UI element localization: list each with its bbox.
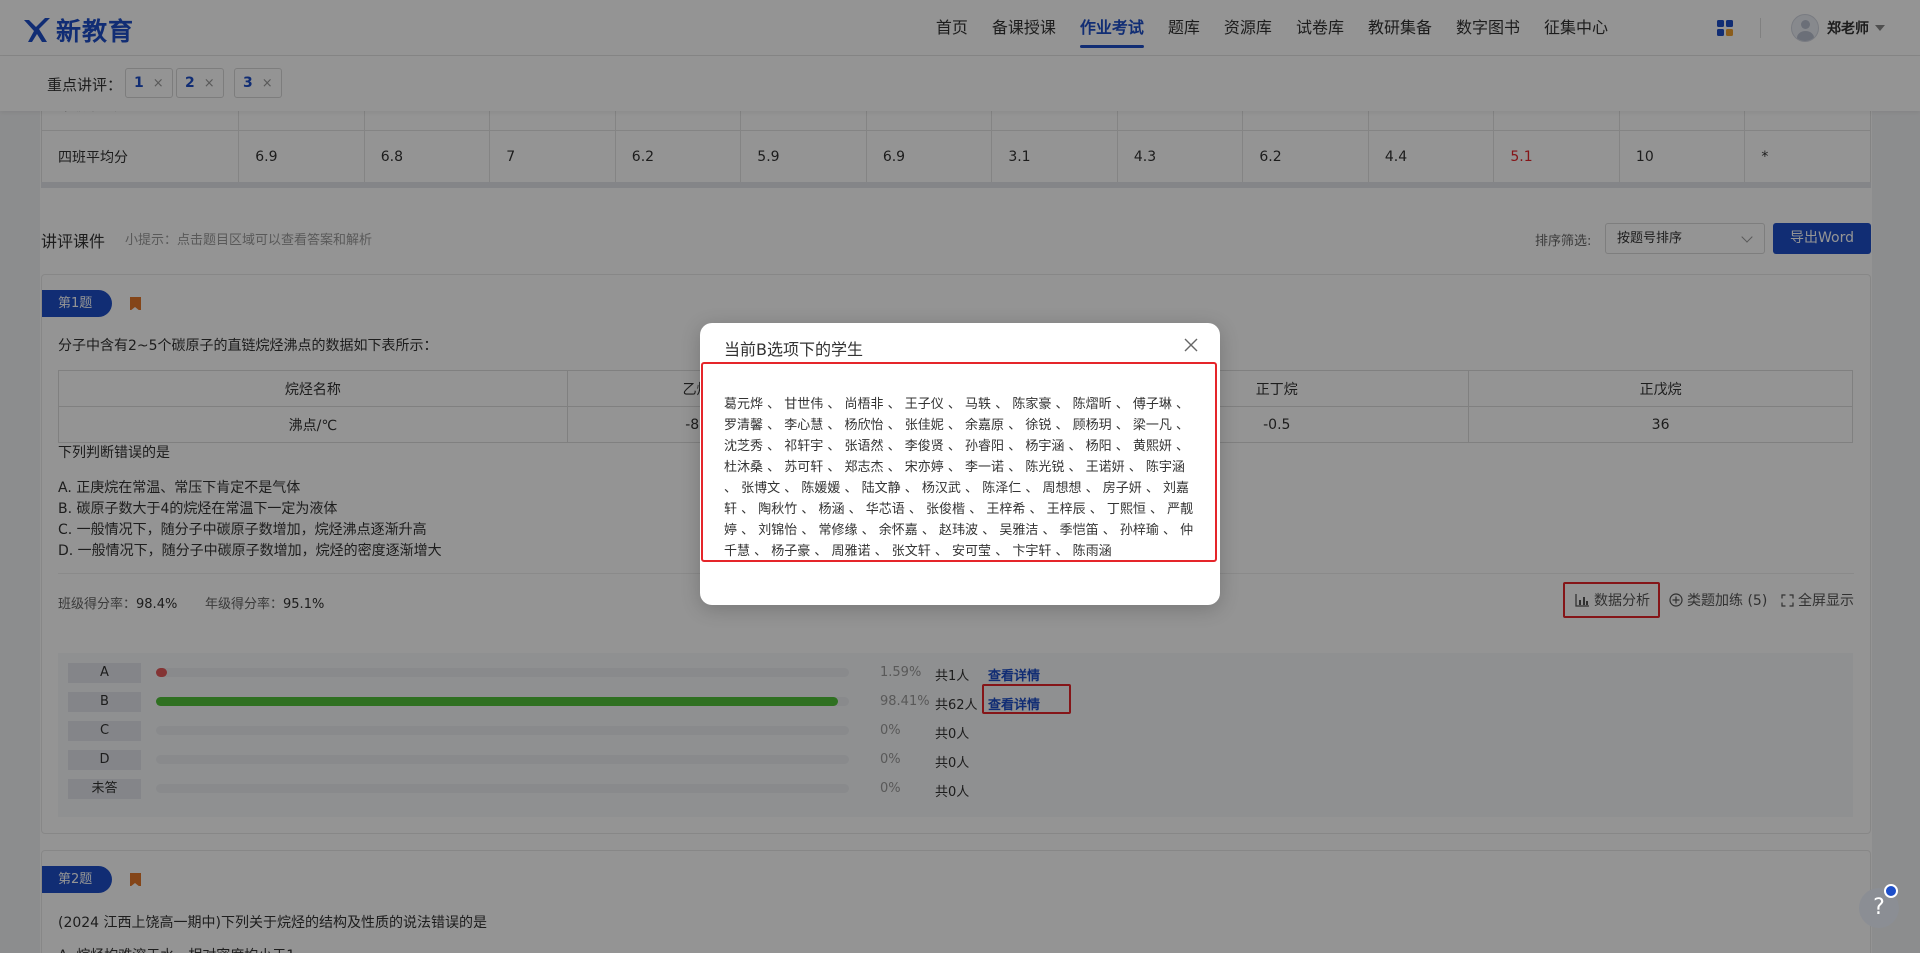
student-list: 葛元烨 、 甘世伟 、 尚梧非 、 王子仪 、 马轶 、 陈家豪 、 陈熠昕 、…: [701, 362, 1217, 562]
students-modal: 当前B选项下的学生 葛元烨 、 甘世伟 、 尚梧非 、 王子仪 、 马轶 、 陈…: [700, 323, 1220, 605]
modal-title: 当前B选项下的学生: [724, 340, 863, 359]
notification-dot: [1884, 884, 1898, 898]
close-icon[interactable]: [1182, 336, 1200, 354]
